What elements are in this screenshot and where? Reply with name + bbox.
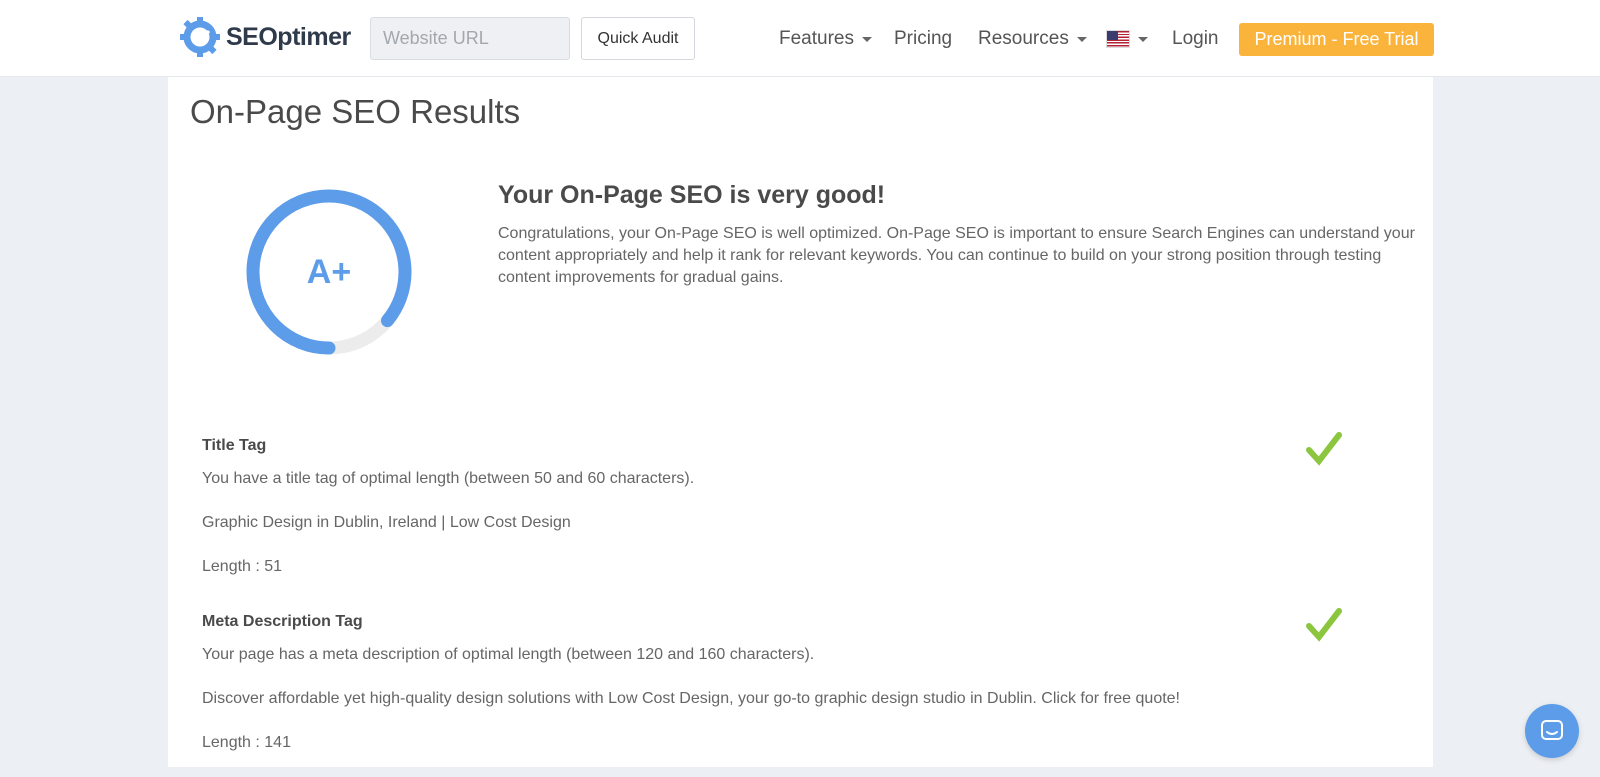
chat-button[interactable] xyxy=(1525,704,1579,758)
logo-text: SEOptimer xyxy=(226,22,351,51)
checkmark-icon xyxy=(1306,432,1342,466)
check-title: Meta Description Tag xyxy=(202,613,363,630)
results-card: On-Page SEO Results A+ Your On-Page SEO … xyxy=(168,77,1433,767)
page-title: On-Page SEO Results xyxy=(190,93,521,130)
check-value: Discover affordable yet high-quality des… xyxy=(202,690,1180,707)
check-title-tag: Title Tag You have a title tag of optima… xyxy=(202,437,1362,601)
nav-login[interactable]: Login xyxy=(1172,24,1219,54)
language-selector[interactable] xyxy=(1106,24,1148,54)
nav-resources-label: Resources xyxy=(978,28,1069,49)
website-url-input[interactable] xyxy=(370,17,570,60)
check-message: Your page has a meta description of opti… xyxy=(202,646,815,663)
caret-down-icon xyxy=(1076,36,1087,42)
caret-down-icon xyxy=(861,36,872,42)
nav-pricing[interactable]: Pricing xyxy=(894,24,952,54)
nav-pricing-label: Pricing xyxy=(894,28,953,49)
caret-down-icon xyxy=(1138,36,1148,42)
logo[interactable]: SEOptimer xyxy=(178,14,351,60)
chat-icon xyxy=(1541,720,1563,740)
check-title: Title Tag xyxy=(202,437,267,454)
nav-features-label: Features xyxy=(779,28,854,49)
check-meta-description: Meta Description Tag Your page has a met… xyxy=(202,613,1362,777)
nav-login-label: Login xyxy=(1172,28,1219,49)
checkmark-icon xyxy=(1306,608,1342,642)
check-length: Length : 141 xyxy=(202,734,291,751)
score-grade: A+ xyxy=(306,252,352,291)
top-navbar: SEOptimer Quick Audit Features Pricing R… xyxy=(0,0,1600,77)
summary-text: Congratulations, your On-Page SEO is wel… xyxy=(498,225,1415,286)
us-flag-icon xyxy=(1106,30,1130,48)
gear-icon xyxy=(180,17,220,57)
quick-audit-button[interactable]: Quick Audit xyxy=(581,17,695,60)
check-value: Graphic Design in Dublin, Ireland | Low … xyxy=(202,514,571,531)
check-length: Length : 51 xyxy=(202,558,283,575)
summary-heading: Your On-Page SEO is very good! xyxy=(498,181,886,209)
premium-free-trial-button[interactable]: Premium - Free Trial xyxy=(1239,23,1434,56)
check-message: You have a title tag of optimal length (… xyxy=(202,470,695,487)
nav-features[interactable]: Features xyxy=(779,24,872,54)
nav-resources[interactable]: Resources xyxy=(978,24,1087,54)
